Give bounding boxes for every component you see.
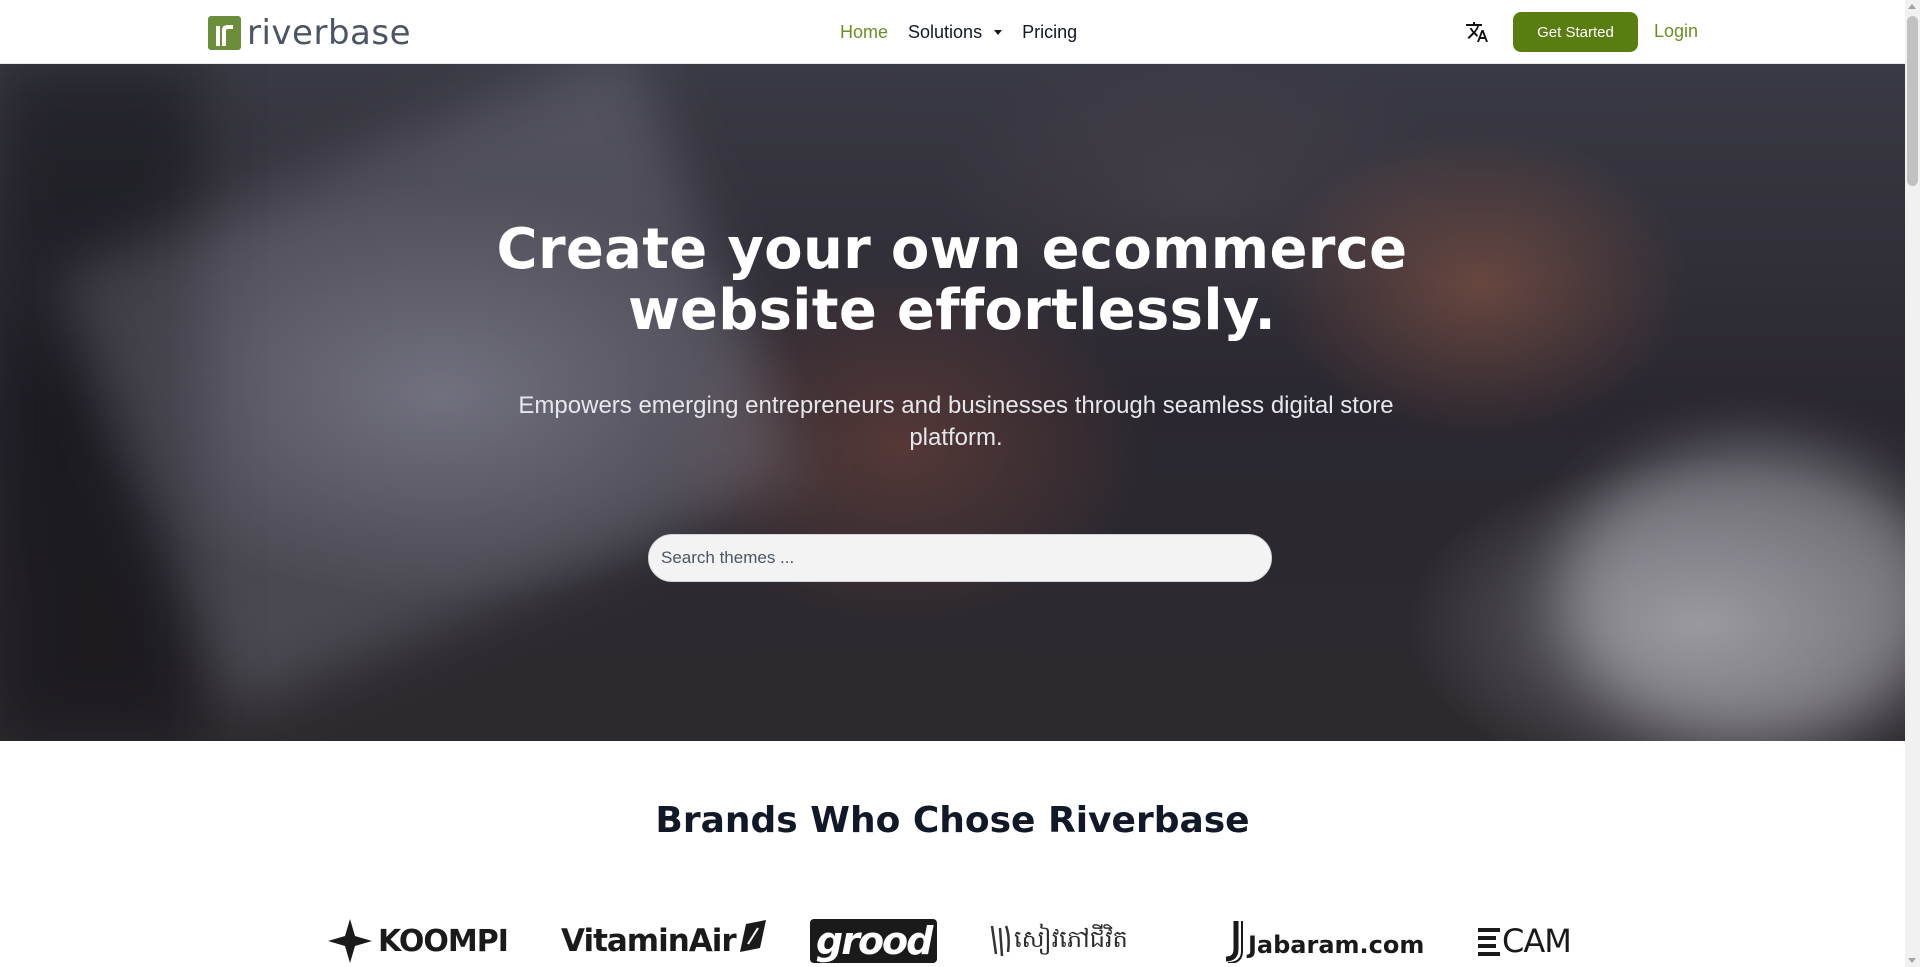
theme-search-input[interactable] — [648, 534, 1272, 582]
scroll-up-arrow-icon[interactable] — [1908, 4, 1916, 9]
login-link[interactable]: Login — [1654, 21, 1698, 42]
top-navbar: riverbase Home Solutions Pricing Get Sta… — [0, 0, 1905, 64]
brand-khmer-text: សៀវភៅជីវិត — [1014, 924, 1128, 953]
brand-grood-text: grood — [810, 919, 938, 963]
hero-background-highlight — [1560, 444, 1905, 741]
brand-koompi-text: KOOMPI — [378, 923, 509, 959]
koompi-star-icon — [328, 919, 372, 963]
chevron-down-icon — [994, 29, 1003, 35]
scrollbar-thumb[interactable] — [1907, 16, 1918, 186]
get-started-button[interactable]: Get Started — [1513, 12, 1638, 52]
nav-home[interactable]: Home — [840, 22, 888, 43]
brand-logo-cam: CAM — [1478, 915, 1572, 967]
cam-stripes-icon — [1478, 928, 1500, 956]
hero-subtitle: Empowers emerging entrepreneurs and busi… — [518, 392, 1394, 451]
brands-heading: Brands Who Chose Riverbase — [655, 800, 1250, 841]
leaf-icon — [739, 920, 766, 952]
brand-logo-koompi: KOOMPI — [328, 915, 509, 967]
brand-jabaram-text: Jabaram.com — [1248, 931, 1425, 959]
brand-logo-khmer: សៀវភៅជីវិត — [988, 915, 1128, 967]
nav-solutions[interactable]: Solutions — [908, 21, 1003, 43]
riverbase-logo[interactable]: riverbase — [208, 13, 411, 53]
hero-section: Create your own ecommerce website effort… — [0, 64, 1905, 741]
riverbase-logo-icon — [208, 16, 241, 50]
page-scrollbar[interactable] — [1905, 0, 1920, 967]
main-nav: Home Solutions Pricing — [840, 20, 1097, 44]
brand-name: riverbase — [247, 13, 411, 53]
translate-icon[interactable] — [1465, 20, 1489, 44]
hero-title-line2: website effortlessly. — [627, 278, 1277, 343]
brand-vitaminair-text: VitaminAir — [561, 923, 737, 959]
nav-solutions-label: Solutions — [908, 21, 983, 42]
hero-title: Create your own ecommerce website effort… — [452, 219, 1452, 341]
jabaram-j-icon — [1225, 921, 1243, 963]
brand-logo-vitaminair: VitaminAir — [561, 915, 768, 967]
nav-pricing[interactable]: Pricing — [1022, 22, 1077, 43]
hero-title-line1: Create your own ecommerce — [496, 217, 1408, 282]
bamboo-icon — [990, 925, 1010, 957]
brand-cam-text: CAM — [1502, 922, 1572, 960]
brand-logo-grood: grood — [810, 915, 938, 967]
scroll-down-arrow-icon[interactable] — [1908, 958, 1916, 963]
brand-logo-jabaram: Jabaram.com — [1220, 915, 1424, 967]
